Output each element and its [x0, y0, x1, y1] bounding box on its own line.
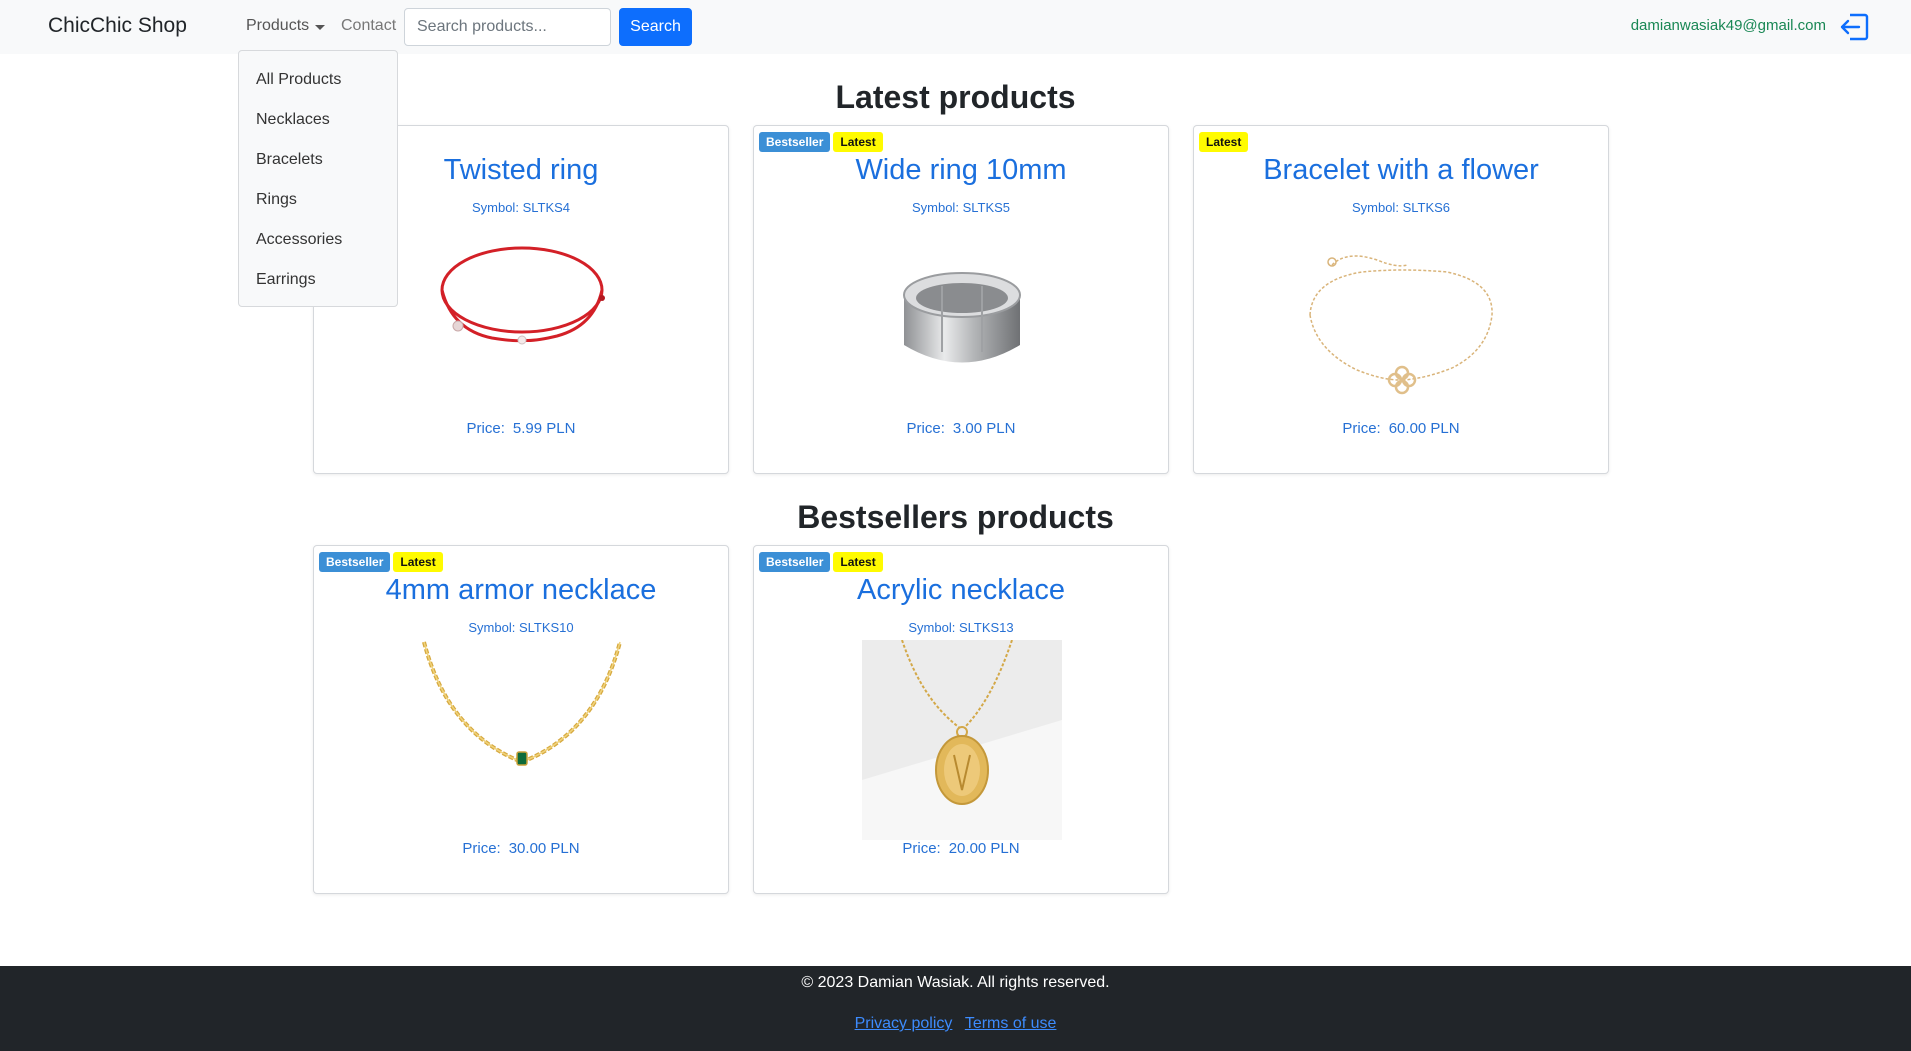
latest-badge: Latest — [833, 552, 883, 572]
privacy-policy-link[interactable]: Privacy policy — [855, 1015, 953, 1032]
bestsellers-products-title: Bestsellers products — [797, 499, 1114, 535]
products-label: Products — [246, 17, 310, 34]
product-card[interactable]: Bestseller Latest Acrylic necklace Symbo… — [753, 545, 1169, 894]
product-symbol: Symbol: SLTKS10 — [468, 620, 574, 635]
dropdown-item-necklaces[interactable]: Necklaces — [256, 111, 330, 129]
contact-link[interactable]: Contact — [341, 17, 396, 35]
bestseller-badge: Bestseller — [759, 552, 831, 572]
product-price: Price: 60.00 PLN — [1342, 420, 1460, 437]
dropdown-item-accessories[interactable]: Accessories — [256, 231, 342, 249]
product-name[interactable]: Acrylic necklace — [754, 574, 1168, 607]
latest-badge: Latest — [833, 132, 883, 152]
product-symbol: Symbol: SLTKS5 — [911, 200, 1011, 215]
product-image-gold-medallion-necklace[interactable] — [862, 640, 1062, 840]
product-price: Price: 5.99 PLN — [466, 420, 576, 437]
bestseller-badge: Bestseller — [759, 132, 831, 152]
footer-links: Privacy policy Terms of use — [0, 1015, 1911, 1033]
user-email[interactable]: damianwasiak49@gmail.com — [1631, 17, 1826, 34]
products-dropdown-toggle[interactable]: Products — [246, 17, 326, 35]
logout-icon[interactable] — [1838, 12, 1870, 42]
product-badges: Bestseller Latest — [319, 552, 443, 572]
dropdown-item-bracelets[interactable]: Bracelets — [256, 151, 323, 169]
dropdown-item-earrings[interactable]: Earrings — [256, 271, 316, 289]
product-image-red-cord-bracelet[interactable] — [422, 220, 622, 420]
product-image-silver-ring[interactable] — [862, 220, 1062, 420]
product-price: Price: 20.00 PLN — [902, 840, 1020, 857]
product-card[interactable]: Bestseller Latest 4mm armor necklace Sym… — [313, 545, 729, 894]
dropdown-item-all-products[interactable]: All Products — [256, 71, 341, 89]
product-name[interactable]: Bracelet with a flower — [1194, 154, 1608, 187]
product-price: Price: 3.00 PLN — [906, 420, 1016, 437]
product-badges: Latest — [1199, 132, 1249, 152]
product-card[interactable]: Bestseller Latest Wide ring 10mm Symbol:… — [753, 125, 1169, 474]
product-badges: Bestseller Latest — [759, 132, 883, 152]
search-input[interactable] — [404, 8, 611, 46]
product-image-flower-bracelet[interactable] — [1302, 220, 1502, 420]
copyright-text: © 2023 Damian Wasiak. All rights reserve… — [801, 974, 1110, 991]
product-symbol: Symbol: SLTKS13 — [908, 620, 1014, 635]
latest-badge: Latest — [1199, 132, 1249, 152]
footer: © 2023 Damian Wasiak. All rights reserve… — [0, 966, 1911, 1051]
product-name[interactable]: Wide ring 10mm — [754, 154, 1168, 187]
terms-of-use-link[interactable]: Terms of use — [965, 1015, 1057, 1032]
product-card[interactable]: Latest Bracelet with a flower Symbol: SL… — [1193, 125, 1609, 474]
dropdown-item-rings[interactable]: Rings — [256, 191, 297, 209]
bestseller-badge: Bestseller — [319, 552, 391, 572]
products-dropdown-menu: All Products Necklaces Bracelets Rings A… — [238, 50, 398, 307]
product-image-gold-armor-necklace[interactable] — [422, 640, 622, 840]
navbar: ChicChic Shop Products Contact Search da… — [0, 0, 1911, 54]
search-button[interactable]: Search — [619, 8, 692, 46]
latest-badge: Latest — [393, 552, 443, 572]
product-name[interactable]: 4mm armor necklace — [314, 574, 728, 607]
chevron-down-icon — [315, 24, 326, 30]
product-price: Price: 30.00 PLN — [462, 840, 580, 857]
product-symbol: Symbol: SLTKS6 — [1351, 200, 1451, 215]
product-badges: Bestseller Latest — [759, 552, 883, 572]
brand-link[interactable]: ChicChic Shop — [48, 14, 187, 38]
